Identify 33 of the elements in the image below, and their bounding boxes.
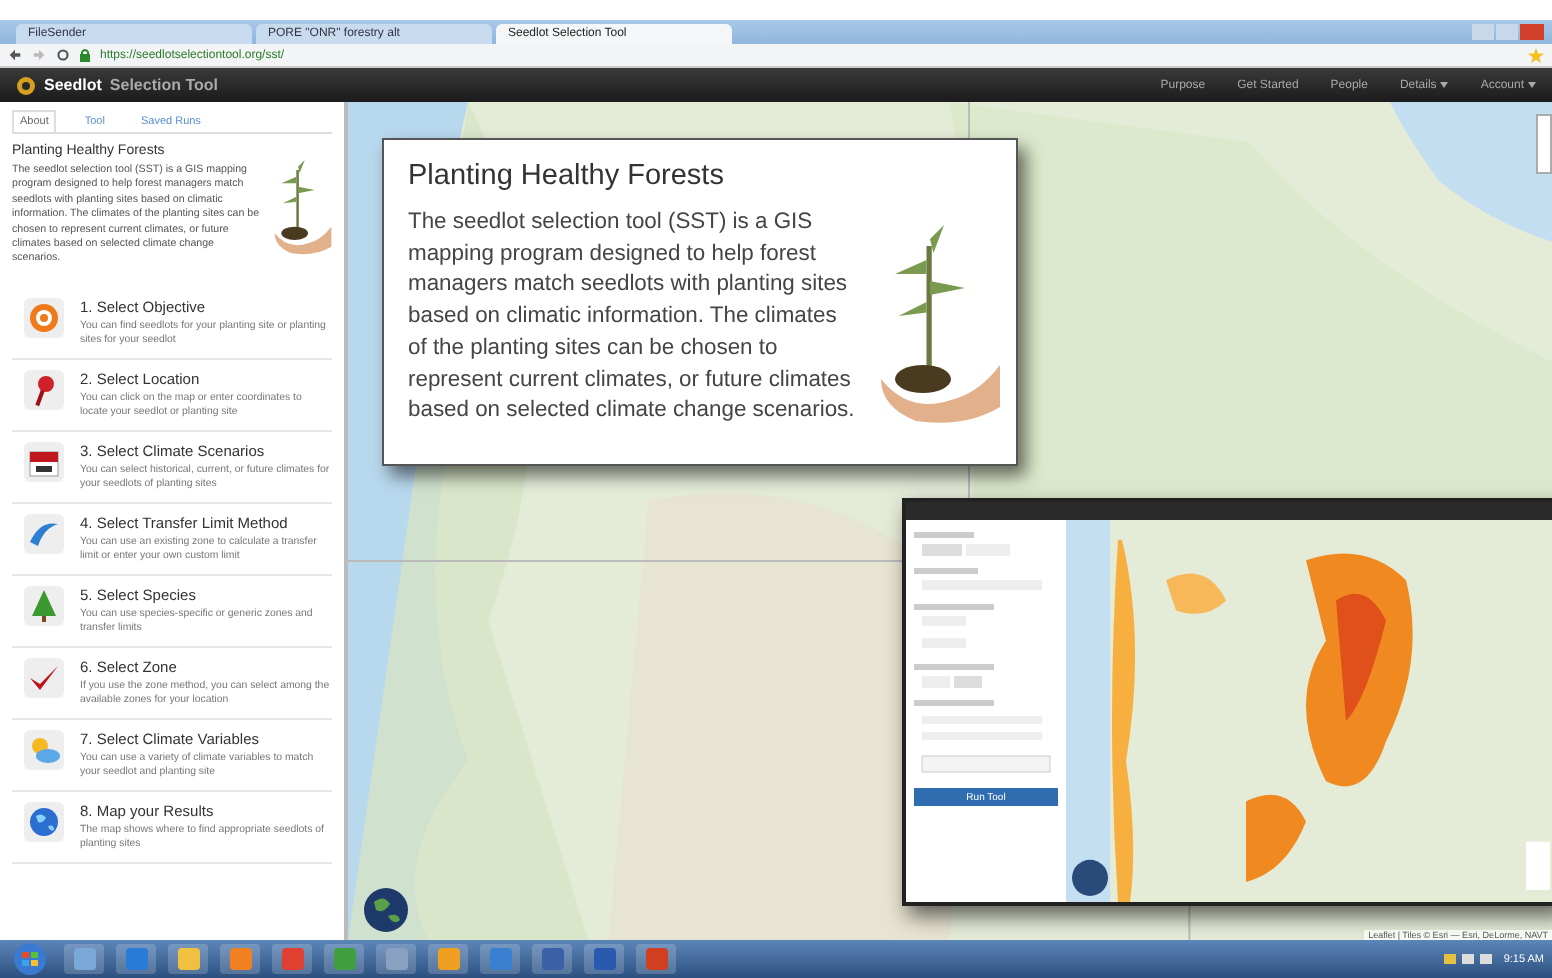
taskbar-app-icon[interactable] <box>324 944 364 974</box>
forward-icon[interactable] <box>32 48 46 62</box>
taskbar-app-icon[interactable] <box>116 944 156 974</box>
caret-icon[interactable] <box>1528 82 1536 88</box>
step-icon <box>24 369 64 410</box>
taskbar-app-icon[interactable] <box>428 944 468 974</box>
tray-icons[interactable] <box>1443 952 1496 966</box>
taskbar-app-icon[interactable] <box>480 944 520 974</box>
star-icon[interactable] <box>1528 47 1544 63</box>
window-controls-icon[interactable] <box>1472 24 1544 40</box>
logo-icon <box>16 75 36 95</box>
step-icon <box>24 657 64 698</box>
taskbar-app-icon[interactable] <box>532 944 572 974</box>
step-icon <box>24 297 64 338</box>
app-title: Seedlot <box>44 76 102 94</box>
taskbar-app-icon[interactable] <box>220 944 260 974</box>
taskbar-app-icon[interactable] <box>376 944 416 974</box>
step-icon <box>24 585 64 626</box>
taskbar-app-icon[interactable] <box>64 944 104 974</box>
taskbar-app-icon[interactable] <box>636 944 676 974</box>
reload-icon[interactable] <box>56 48 70 62</box>
step-icon <box>24 441 64 482</box>
back-icon[interactable] <box>8 48 22 62</box>
step-icon <box>24 729 64 770</box>
taskbar-app-icon[interactable] <box>168 944 208 974</box>
caret-icon[interactable] <box>1440 82 1449 88</box>
taskbar-app-icon[interactable] <box>272 944 312 974</box>
taskbar-app-icon[interactable] <box>584 944 624 974</box>
step-icon <box>24 801 64 842</box>
start-button[interactable] <box>8 942 52 976</box>
step-icon <box>24 513 64 554</box>
lock-icon <box>80 48 90 62</box>
app-subtitle: Selection Tool <box>109 76 218 94</box>
